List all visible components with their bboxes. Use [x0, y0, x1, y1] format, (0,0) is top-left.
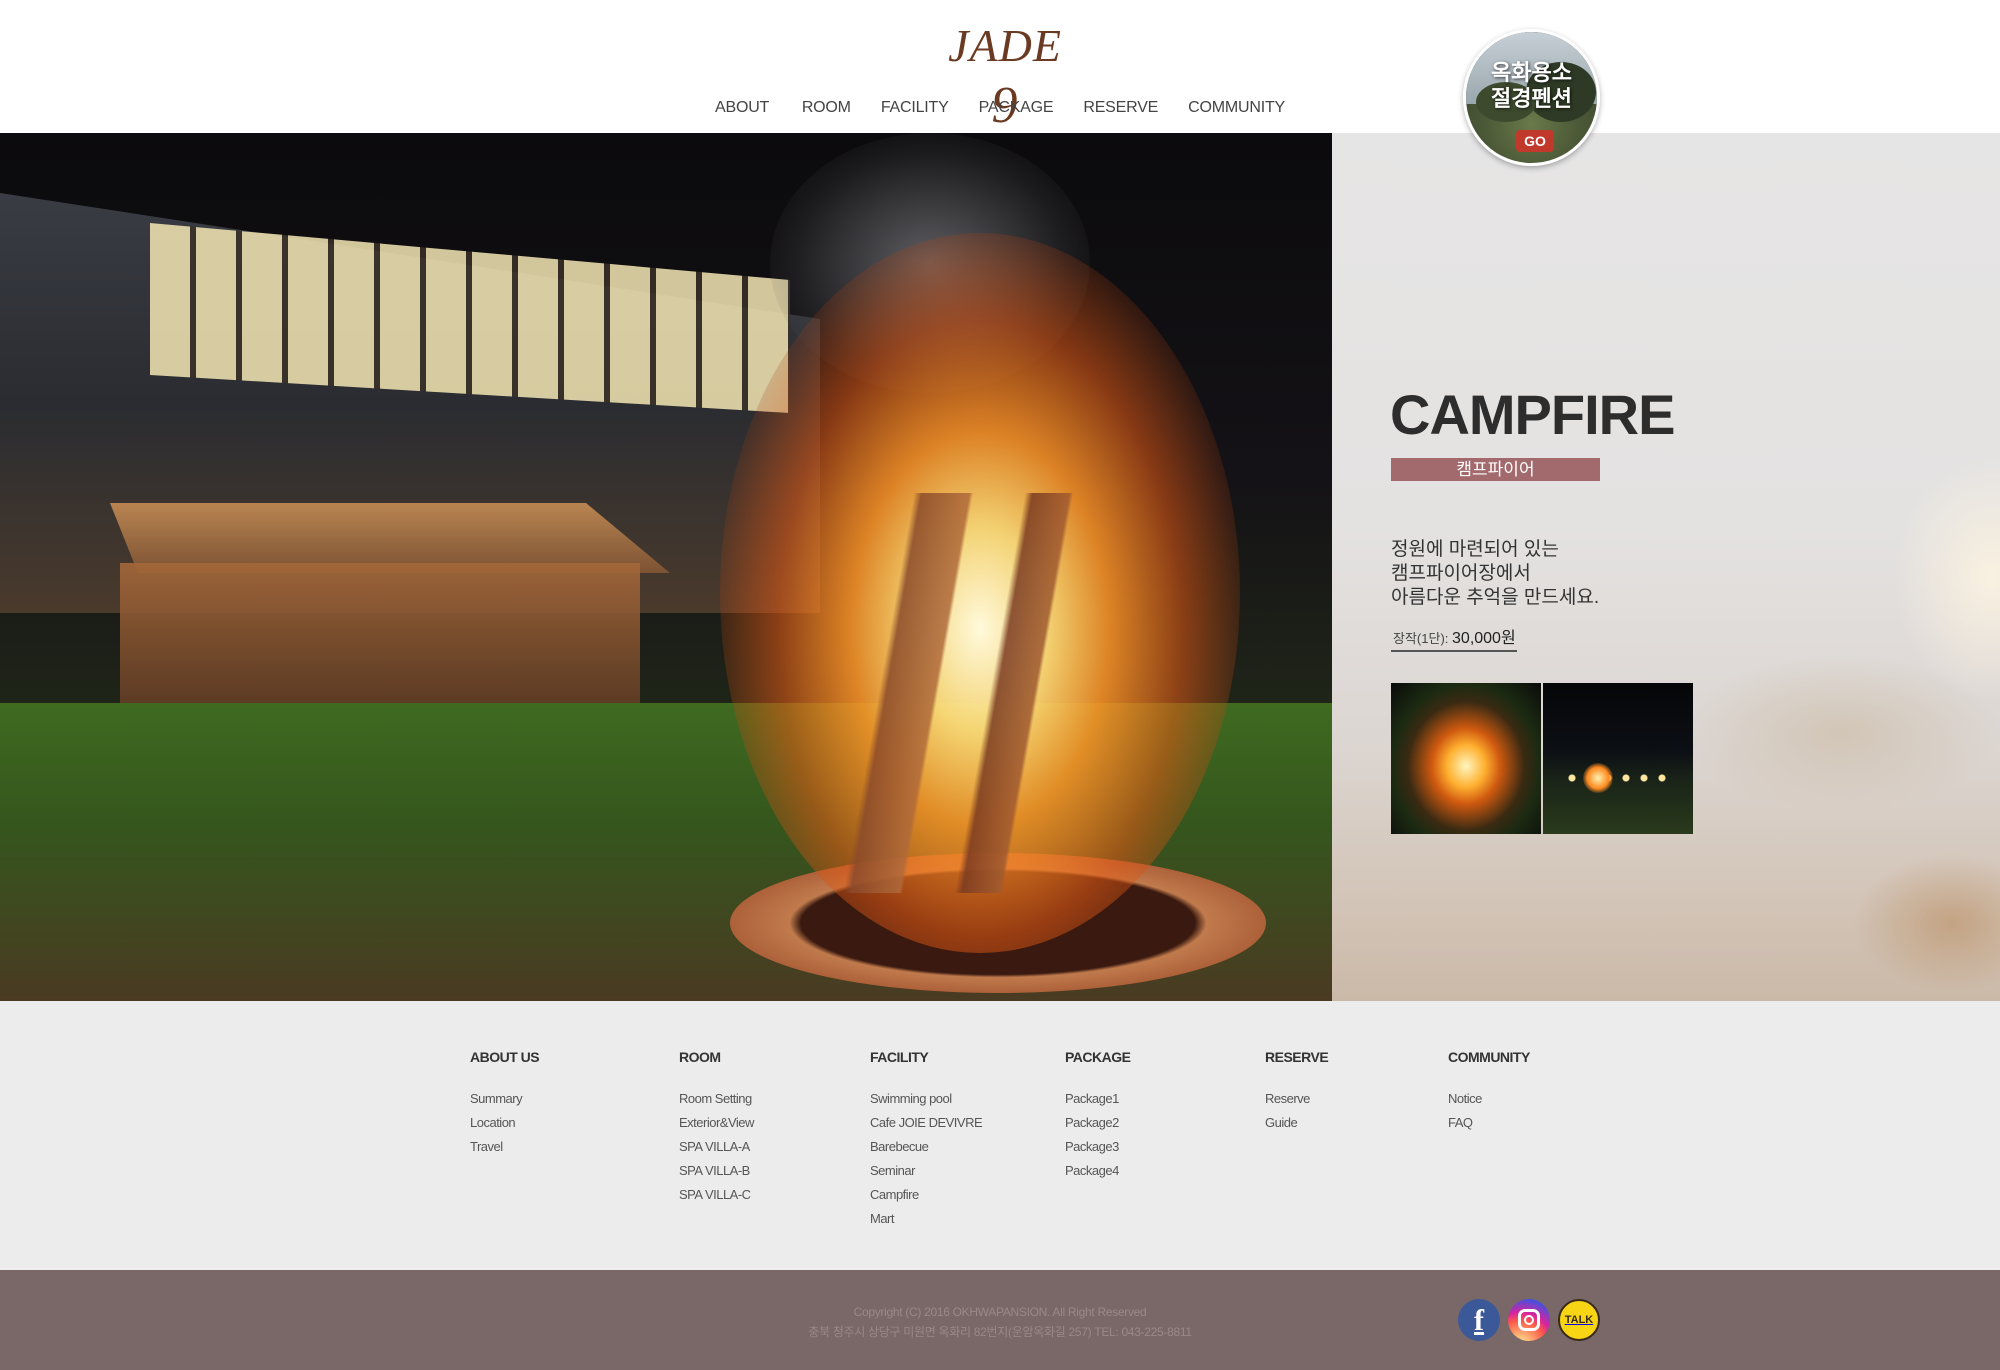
footer-heading[interactable]: PACKAGE [1065, 1047, 1131, 1067]
instagram-icon[interactable] [1508, 1299, 1550, 1341]
footer-link-guide[interactable]: Guide [1265, 1111, 1328, 1135]
footer-link-package2[interactable]: Package2 [1065, 1111, 1130, 1135]
footer-col-facility: FACILITY Swimming pool Cafe JOIE DEVIVRE… [870, 1047, 983, 1231]
badge-line2: 절경펜션 [1491, 86, 1572, 111]
panel-blur-stump [1852, 853, 2000, 993]
footer-sitemap [0, 1001, 2000, 1270]
footer-col-package: PACKAGE Package1 Package2 Package3 Packa… [1065, 1047, 1131, 1183]
footer-link-seminar[interactable]: Seminar [870, 1159, 982, 1183]
footer-heading[interactable]: FACILITY [870, 1047, 982, 1067]
logo-text: JADE [948, 20, 1062, 71]
price-label: 장작(1단): [1393, 631, 1449, 646]
footer-link-spa-villa-b[interactable]: SPA VILLA-B [679, 1159, 754, 1183]
nav-room[interactable]: ROOM [787, 92, 866, 124]
footer-link-notice[interactable]: Notice [1448, 1087, 1530, 1111]
porch-deck [120, 563, 640, 723]
footer-heading[interactable]: RESERVE [1265, 1047, 1329, 1067]
footer-heading[interactable]: COMMUNITY [1448, 1047, 1530, 1067]
description-line: 캠프파이어장에서 [1391, 563, 1531, 584]
badge-text: 옥화용소 절경펜션 [1466, 60, 1597, 112]
feature-description: 정원에 마련되어 있는 캠프파이어장에서 아름다운 추억을 만드세요. [1391, 538, 1691, 614]
nav-package[interactable]: PACKAGE [964, 92, 1069, 124]
footer-link-reserve[interactable]: Reserve [1265, 1087, 1328, 1111]
kakaotalk-icon[interactable]: TALK [1558, 1299, 1600, 1341]
footer-col-reserve: RESERVE Reserve Guide [1265, 1047, 1329, 1135]
footer-link-spa-villa-a[interactable]: SPA VILLA-A [679, 1135, 754, 1159]
footer-link-room-setting[interactable]: Room Setting [679, 1087, 754, 1111]
footer-link-swimming-pool[interactable]: Swimming pool [870, 1087, 982, 1111]
footer-link-exterior-view[interactable]: Exterior&View [679, 1111, 754, 1135]
price-value: 30,000원 [1452, 630, 1516, 647]
thumbnail-lights [1563, 768, 1673, 788]
footer-col-room: ROOM Room Setting Exterior&View SPA VILL… [679, 1047, 754, 1207]
footer-link-travel[interactable]: Travel [470, 1135, 539, 1159]
footer-link-package4[interactable]: Package4 [1065, 1159, 1130, 1183]
thumbnail-flame [1583, 763, 1613, 793]
address-text: 충북 청주시 상당구 미원면 옥화리 82번지(운암옥화길 257) TEL: … [808, 1325, 1192, 1339]
footer-link-summary[interactable]: Summary [470, 1087, 539, 1111]
nav-community[interactable]: COMMUNITY [1173, 92, 1300, 124]
main-nav: ABOUT US ROOM FACILITY PACKAGE RESERVE C… [700, 92, 1300, 148]
feature-title: CAMPFIRE [1390, 383, 1675, 446]
kakaotalk-label: TALK [1564, 1314, 1594, 1326]
footer-link-location[interactable]: Location [470, 1111, 539, 1135]
thumbnail-campfire-2[interactable] [1543, 683, 1693, 834]
promo-badge[interactable]: 옥화용소 절경펜션 GO [1463, 29, 1600, 166]
footer-link-spa-villa-c[interactable]: SPA VILLA-C [679, 1183, 754, 1207]
instagram-camera-glyph [1518, 1309, 1540, 1331]
copyright-block: Copyright (C) 2016 OKHWAPANSION. All Rig… [700, 1302, 1300, 1342]
footer-col-community: COMMUNITY Notice FAQ [1448, 1047, 1530, 1135]
description-line: 아름다운 추억을 만드세요. [1391, 587, 1600, 608]
campfire-logs [840, 493, 1140, 893]
facebook-icon[interactable]: f [1458, 1299, 1500, 1341]
price-tag: 장작(1단): 30,000원 [1391, 628, 1517, 652]
footer-heading[interactable]: ABOUT US [470, 1047, 540, 1067]
footer-link-cafe[interactable]: Cafe JOIE DEVIVRE [870, 1111, 983, 1135]
footer-col-about-us: ABOUT US Summary Location Travel [470, 1047, 540, 1159]
panel-blur-lawn [1682, 653, 2000, 813]
footer-link-faq[interactable]: FAQ [1448, 1111, 1530, 1135]
badge-line1: 옥화용소 [1491, 60, 1572, 85]
footer-link-mart[interactable]: Mart [870, 1207, 982, 1231]
thumbnail-campfire-1[interactable] [1391, 683, 1541, 834]
footer-heading[interactable]: ROOM [679, 1047, 754, 1067]
footer-link-barbecue[interactable]: Barebecue [870, 1135, 982, 1159]
logo[interactable]: JADE 9 [930, 16, 1080, 134]
nav-facility[interactable]: FACILITY [866, 92, 964, 124]
badge-go-button[interactable]: GO [1516, 130, 1554, 152]
description-line: 정원에 마련되어 있는 [1391, 539, 1559, 560]
copyright-text: Copyright (C) 2016 OKHWAPANSION. All Rig… [853, 1305, 1147, 1319]
footer-link-campfire[interactable]: Campfire [870, 1183, 982, 1207]
footer-link-package1[interactable]: Package1 [1065, 1087, 1130, 1111]
feature-subtitle: 캠프파이어 [1391, 458, 1600, 481]
hero-photo [0, 133, 1332, 1001]
nav-about-us[interactable]: ABOUT US [700, 92, 787, 148]
nav-reserve[interactable]: RESERVE [1068, 92, 1173, 124]
header: JADE 9 ABOUT US ROOM FACILITY PACKAGE RE… [0, 0, 2000, 148]
footer-link-package3[interactable]: Package3 [1065, 1135, 1130, 1159]
